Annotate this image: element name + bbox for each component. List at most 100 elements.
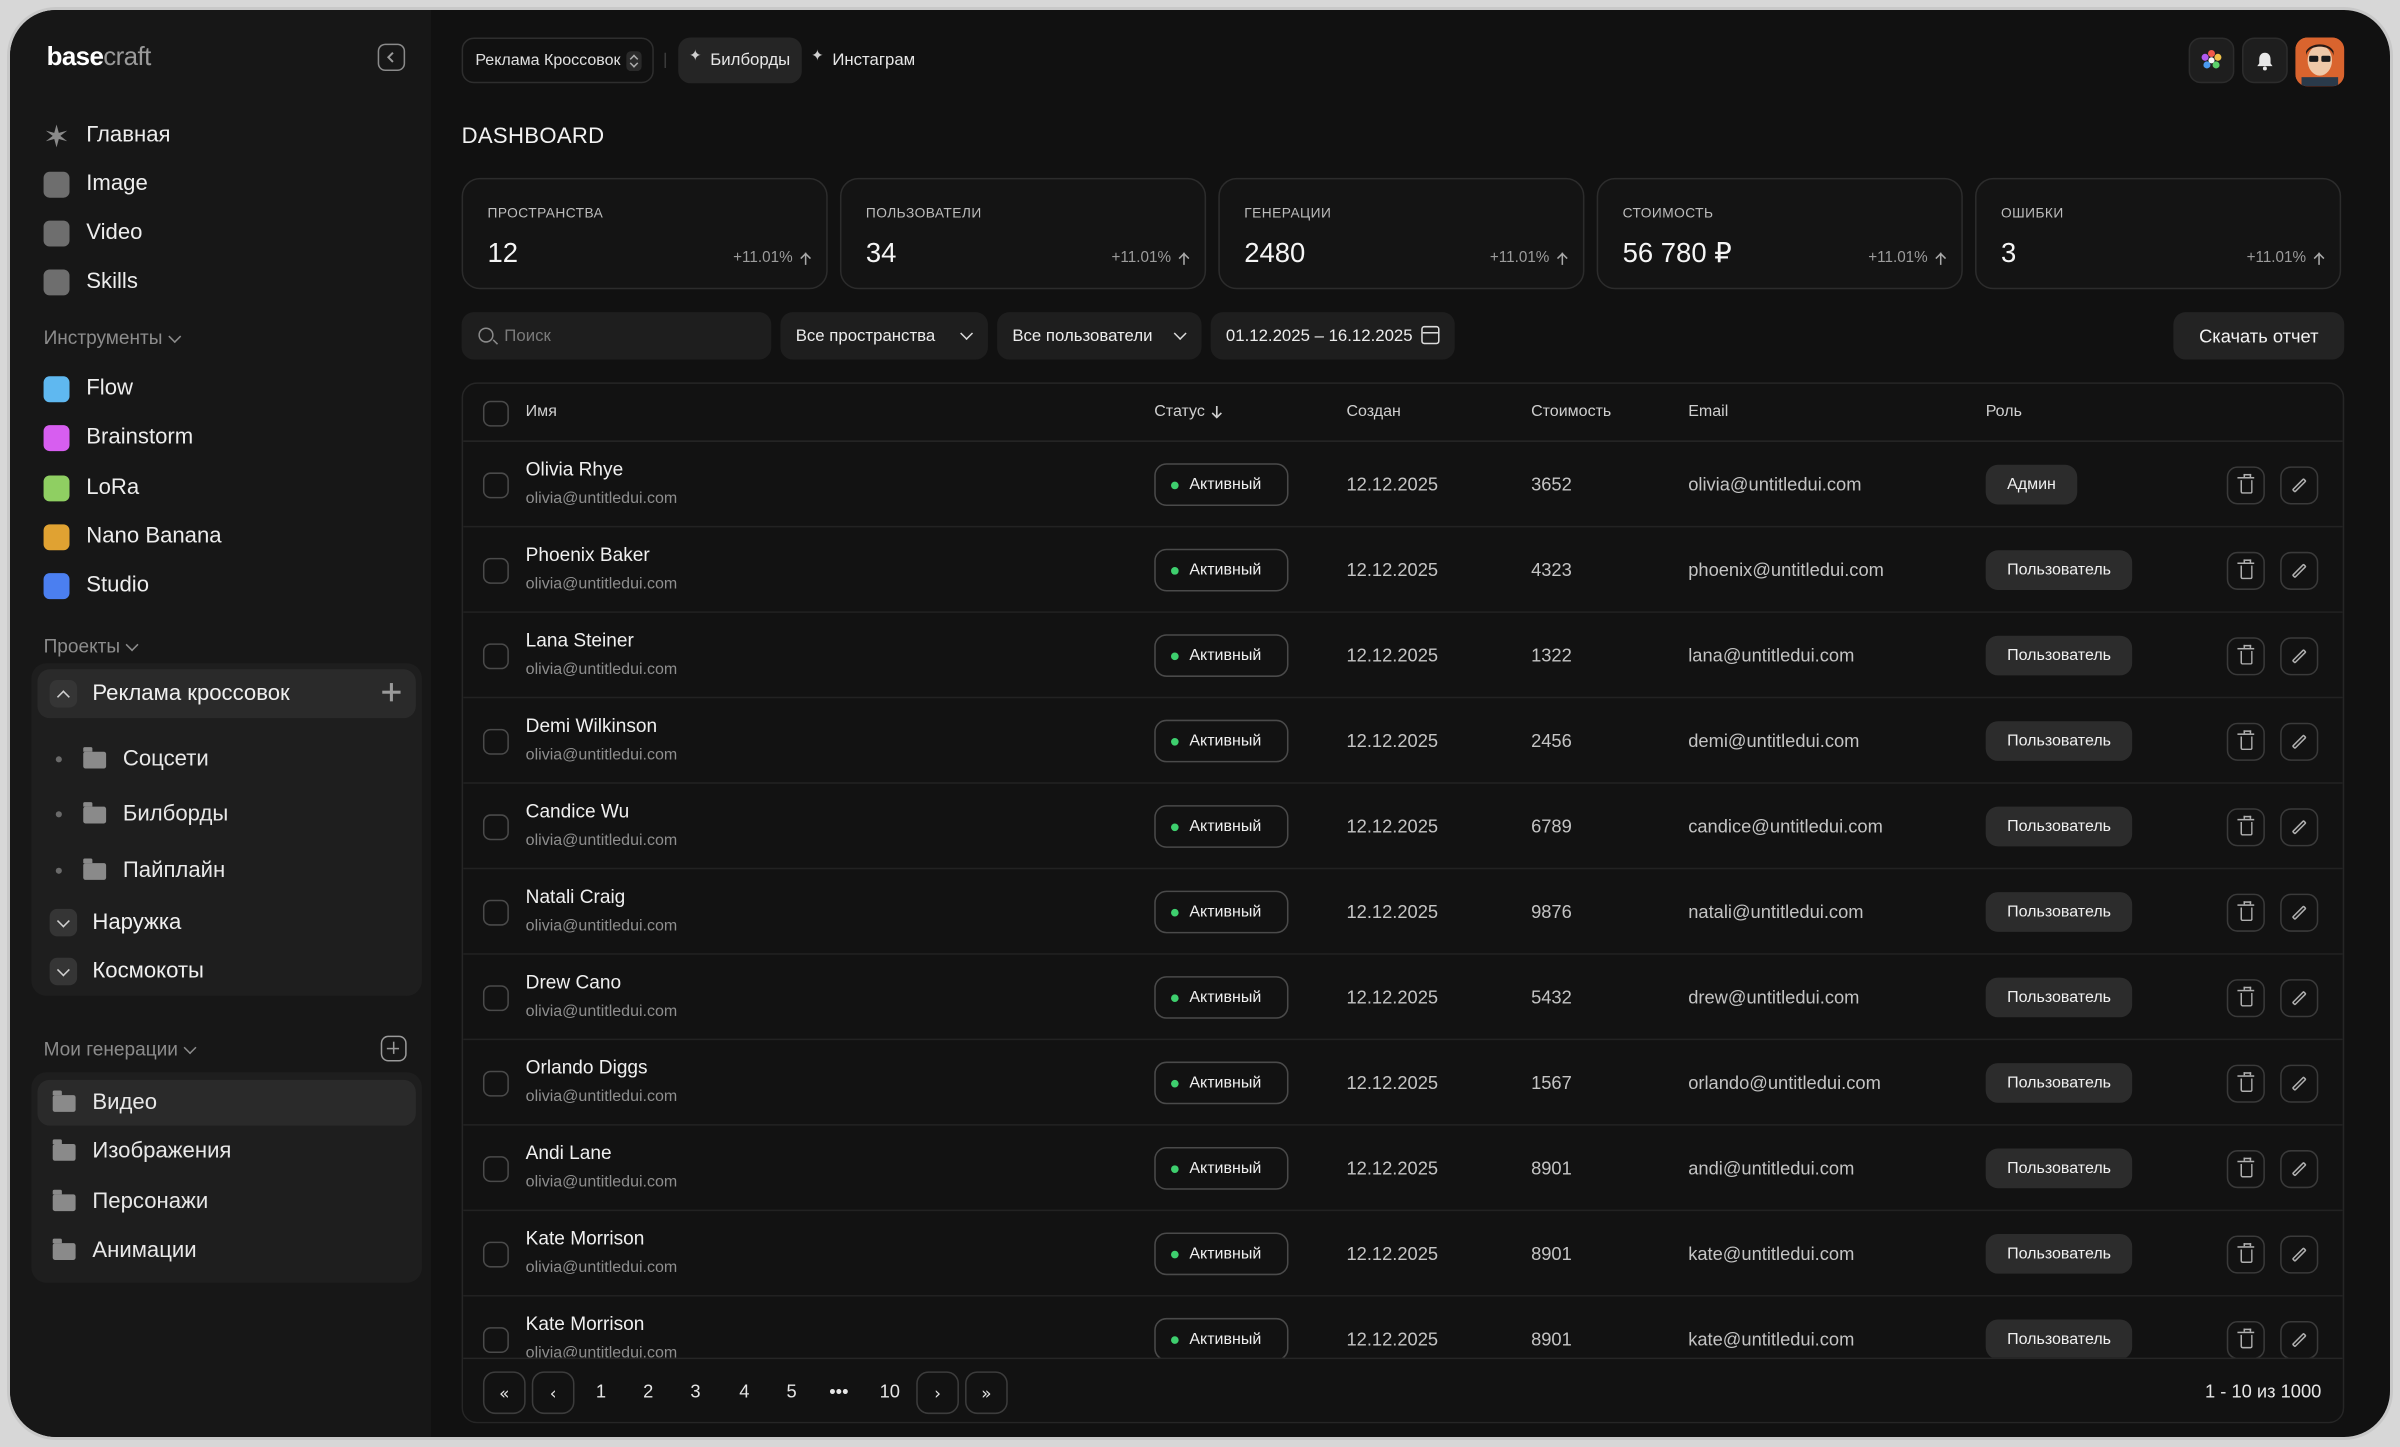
sidebar-item-главная[interactable]: Главная (44, 115, 171, 155)
row-checkbox[interactable] (482, 557, 509, 584)
tab-instagram[interactable]: Инстаграм (800, 37, 927, 83)
project-folder-item[interactable]: Билборды (55, 796, 229, 833)
projects-section-toggle[interactable]: Проекты (44, 636, 139, 657)
sidebar-item-skills[interactable]: Skills (43, 262, 138, 302)
row-checkbox[interactable] (482, 1327, 509, 1354)
header-status[interactable]: Статус (1154, 402, 1223, 421)
folder-label: Билборды (122, 802, 229, 827)
page-number[interactable]: 4 (739, 1381, 749, 1402)
project-folder-item[interactable]: Пайплайн (55, 852, 225, 889)
delete-button[interactable] (2226, 637, 2265, 676)
expand-project-button[interactable] (49, 908, 78, 937)
header-role[interactable]: Роль (1986, 402, 2022, 420)
generation-folder-item[interactable]: Анимации (37, 1228, 415, 1274)
search-input[interactable]: Поиск (461, 312, 772, 360)
trash-icon (2237, 729, 2255, 751)
row-checkbox[interactable] (482, 814, 509, 841)
header-created[interactable]: Создан (1346, 402, 1400, 420)
users-filter[interactable]: Все пользователи (997, 312, 1202, 360)
delete-button[interactable] (2226, 893, 2265, 932)
expand-project-button[interactable] (49, 957, 78, 986)
theme-button[interactable] (2188, 37, 2235, 84)
project-item[interactable]: Космокоты (37, 952, 204, 992)
user-name: Olivia Rhye (525, 458, 624, 481)
sidebar-item-video[interactable]: Video (43, 213, 143, 253)
generation-folder-item[interactable]: Персонажи (37, 1179, 415, 1225)
page-number[interactable]: ••• (829, 1381, 848, 1402)
notifications-button[interactable] (2242, 37, 2288, 84)
edit-button[interactable] (2280, 1320, 2319, 1358)
sidebar-item-lora[interactable]: LoRa (43, 468, 139, 508)
next-page-button[interactable]: › (916, 1371, 959, 1415)
page-number[interactable]: 5 (787, 1381, 797, 1402)
page-number[interactable]: 10 (880, 1381, 900, 1402)
last-page-button[interactable]: » (965, 1371, 1008, 1415)
delete-button[interactable] (2226, 1320, 2265, 1358)
date-range-picker[interactable]: 01.12.2025 – 16.12.2025 (1210, 312, 1455, 360)
edit-button[interactable] (2280, 551, 2319, 590)
delete-button[interactable] (2226, 1235, 2265, 1274)
collapse-project-button[interactable] (49, 679, 78, 708)
row-checkbox[interactable] (482, 1241, 509, 1268)
generations-section-toggle[interactable]: Мои генерации (44, 1039, 197, 1060)
row-checkbox[interactable] (482, 1156, 509, 1183)
tools-section-toggle[interactable]: Инструменты (44, 327, 182, 349)
sidebar-item-studio[interactable]: Studio (43, 566, 149, 606)
stat-value: 34 (865, 237, 897, 268)
delete-button[interactable] (2226, 551, 2265, 590)
edit-button[interactable] (2280, 1064, 2319, 1103)
project-item[interactable]: Наружка (37, 903, 181, 943)
download-report-button[interactable]: Скачать отчет (2173, 312, 2345, 360)
add-icon[interactable] (382, 683, 401, 702)
prev-page-button[interactable]: ‹ (531, 1371, 575, 1415)
spaces-filter[interactable]: Все пространства (780, 312, 988, 360)
delete-button[interactable] (2226, 979, 2265, 1018)
page-number[interactable]: 3 (690, 1381, 700, 1402)
row-checkbox[interactable] (482, 985, 509, 1012)
delete-button[interactable] (2226, 1150, 2265, 1189)
sidebar-item-nano-banana[interactable]: Nano Banana (43, 517, 222, 557)
edit-button[interactable] (2280, 637, 2319, 676)
edit-button[interactable] (2280, 1235, 2319, 1274)
page-number[interactable]: 1 (596, 1381, 606, 1402)
delete-button[interactable] (2226, 808, 2265, 847)
generation-folder-item[interactable]: Изображения (37, 1129, 415, 1175)
header-cost[interactable]: Стоимость (1531, 402, 1611, 420)
edit-button[interactable] (2280, 893, 2319, 932)
page-number[interactable]: 2 (643, 1381, 653, 1402)
generation-folder-item[interactable]: Видео (37, 1079, 416, 1126)
row-checkbox[interactable] (482, 643, 509, 670)
status-badge: Активный (1154, 548, 1289, 592)
edit-button[interactable] (2280, 466, 2319, 505)
project-item-open[interactable]: Реклама кроссовок (37, 669, 416, 719)
collapse-sidebar-icon[interactable] (377, 43, 406, 72)
sidebar-item-image[interactable]: Image (43, 164, 148, 204)
sidebar-item-brainstorm[interactable]: Brainstorm (43, 417, 194, 457)
add-generation-icon[interactable] (380, 1035, 407, 1062)
workspace-select[interactable]: Реклама Кроссовок (461, 37, 654, 84)
edit-button[interactable] (2280, 1150, 2319, 1189)
delete-button[interactable] (2226, 466, 2265, 505)
stat-delta: +11.01% (1489, 249, 1550, 267)
first-page-button[interactable]: « (482, 1371, 526, 1415)
edit-button[interactable] (2280, 722, 2319, 761)
sidebar-item-flow[interactable]: Flow (43, 369, 133, 409)
header-name[interactable]: Имя (526, 402, 557, 420)
sidebar-item-label: Video (86, 220, 143, 246)
row-checkbox[interactable] (482, 728, 509, 755)
delete-button[interactable] (2226, 1064, 2265, 1103)
tab-billboards[interactable]: Билборды (678, 37, 803, 84)
edit-button[interactable] (2280, 979, 2319, 1018)
status-label: Активный (1189, 1244, 1262, 1263)
status-badge: Активный (1154, 463, 1289, 507)
row-checkbox[interactable] (482, 899, 509, 926)
edit-button[interactable] (2280, 808, 2319, 847)
delete-button[interactable] (2226, 722, 2265, 761)
row-checkbox[interactable] (482, 472, 509, 499)
logo[interactable]: basecraft (47, 42, 152, 73)
header-email[interactable]: Email (1688, 402, 1728, 420)
select-all-checkbox[interactable] (482, 400, 509, 427)
row-checkbox[interactable] (482, 1070, 509, 1097)
project-folder-item[interactable]: Соцсети (55, 741, 209, 778)
avatar[interactable] (2295, 37, 2345, 87)
